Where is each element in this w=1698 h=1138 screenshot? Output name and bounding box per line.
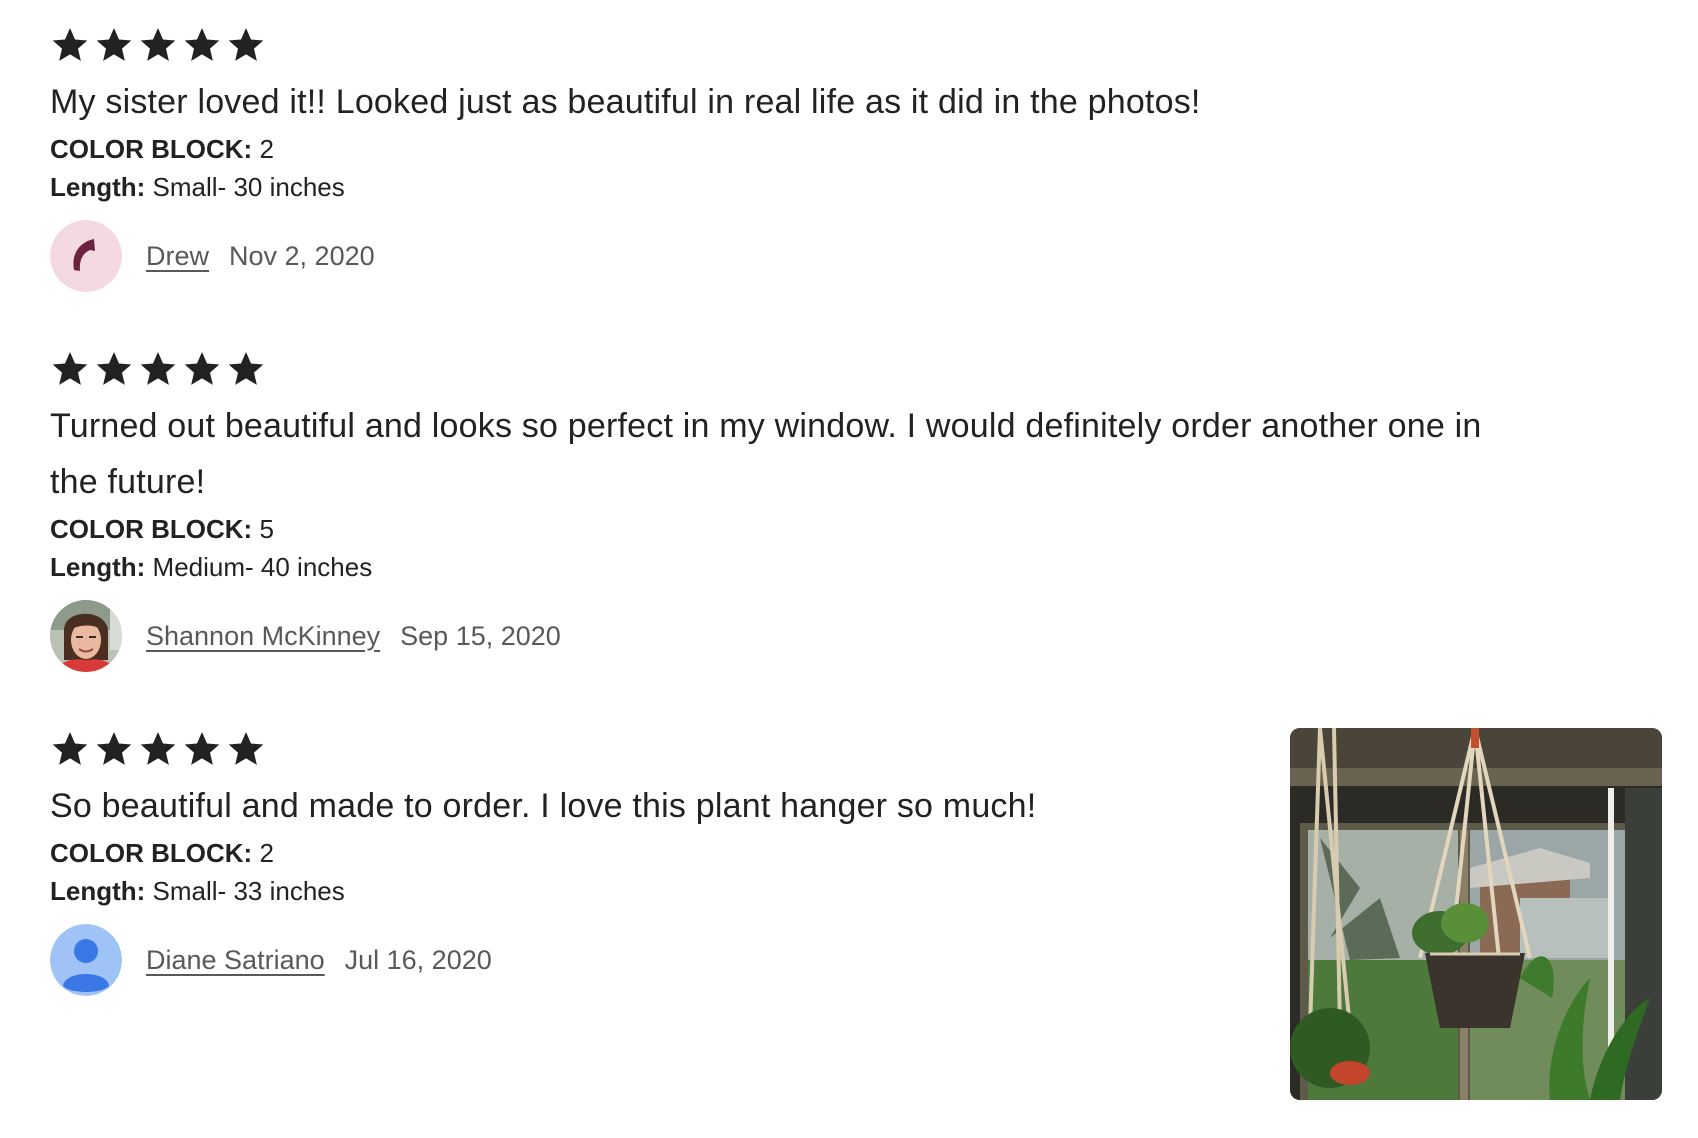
review-text: My sister loved it!! Looked just as beau… xyxy=(50,83,1201,121)
moon-glyph-avatar xyxy=(50,220,122,292)
variation-value: Medium- 40 inches xyxy=(152,552,373,582)
star-icon xyxy=(138,349,178,389)
variation-length: Length: Small- 30 inches xyxy=(50,168,1550,206)
star-icon xyxy=(94,729,134,769)
star-icon xyxy=(94,25,134,65)
variation-label: Length: xyxy=(50,172,146,202)
star-icon xyxy=(50,729,90,769)
star-icon xyxy=(138,25,178,65)
variation-label: COLOR BLOCK: xyxy=(50,134,253,164)
star-rating xyxy=(50,726,1250,772)
variation-value: 2 xyxy=(259,838,274,868)
variation-color-block: COLOR BLOCK: 2 xyxy=(50,834,1250,872)
default-person-avatar xyxy=(50,924,122,996)
reviewer-name-link[interactable]: Diane Satriano xyxy=(146,945,325,976)
variation-label: Length: xyxy=(50,552,146,582)
review-date: Sep 15, 2020 xyxy=(400,620,561,651)
review-text: Turned out beautiful and looks so perfec… xyxy=(50,407,1482,501)
star-icon xyxy=(182,729,222,769)
variation-value: 5 xyxy=(259,514,274,544)
review-text: So beautiful and made to order. I love t… xyxy=(50,787,1037,825)
variation-length: Length: Small- 33 inches xyxy=(50,872,1250,910)
variation-color-block: COLOR BLOCK: 2 xyxy=(50,130,1550,168)
star-icon xyxy=(182,349,222,389)
variation-length: Length: Medium- 40 inches xyxy=(50,548,1550,586)
avatar[interactable] xyxy=(50,600,122,672)
review-1: My sister loved it!! Looked just as beau… xyxy=(50,22,1550,294)
star-icon xyxy=(50,349,90,389)
star-rating xyxy=(50,22,1550,68)
review-date: Nov 2, 2020 xyxy=(229,240,375,271)
star-icon xyxy=(226,349,266,389)
review-2: Turned out beautiful and looks so perfec… xyxy=(50,346,1550,674)
star-icon xyxy=(182,25,222,65)
reviewer-info: Drew Nov 2, 2020 xyxy=(50,218,1550,294)
variation-color-block: COLOR BLOCK: 5 xyxy=(50,510,1550,548)
avatar[interactable] xyxy=(50,220,122,292)
plant-hanger-photo xyxy=(1290,728,1662,1100)
reviewer-info: Diane Satriano Jul 16, 2020 xyxy=(50,922,1250,998)
variation-value: Small- 30 inches xyxy=(152,172,345,202)
variation-label: Length: xyxy=(50,876,146,906)
star-icon xyxy=(50,25,90,65)
star-icon xyxy=(94,349,134,389)
review-3: So beautiful and made to order. I love t… xyxy=(50,726,1250,998)
variation-label: COLOR BLOCK: xyxy=(50,514,253,544)
star-icon xyxy=(226,25,266,65)
reviewer-info: Shannon McKinney Sep 15, 2020 xyxy=(50,598,1550,674)
reviewer-name-link[interactable]: Shannon McKinney xyxy=(146,621,380,652)
variation-label: COLOR BLOCK: xyxy=(50,838,253,868)
variation-value: 2 xyxy=(259,134,274,164)
variation-value: Small- 33 inches xyxy=(152,876,345,906)
star-icon xyxy=(226,729,266,769)
star-icon xyxy=(138,729,178,769)
avatar[interactable] xyxy=(50,924,122,996)
star-rating xyxy=(50,346,1550,392)
reviewer-name-link[interactable]: Drew xyxy=(146,241,209,272)
review-date: Jul 16, 2020 xyxy=(344,944,492,975)
photo-avatar xyxy=(50,600,122,672)
review-photo-thumbnail[interactable] xyxy=(1290,728,1662,1100)
